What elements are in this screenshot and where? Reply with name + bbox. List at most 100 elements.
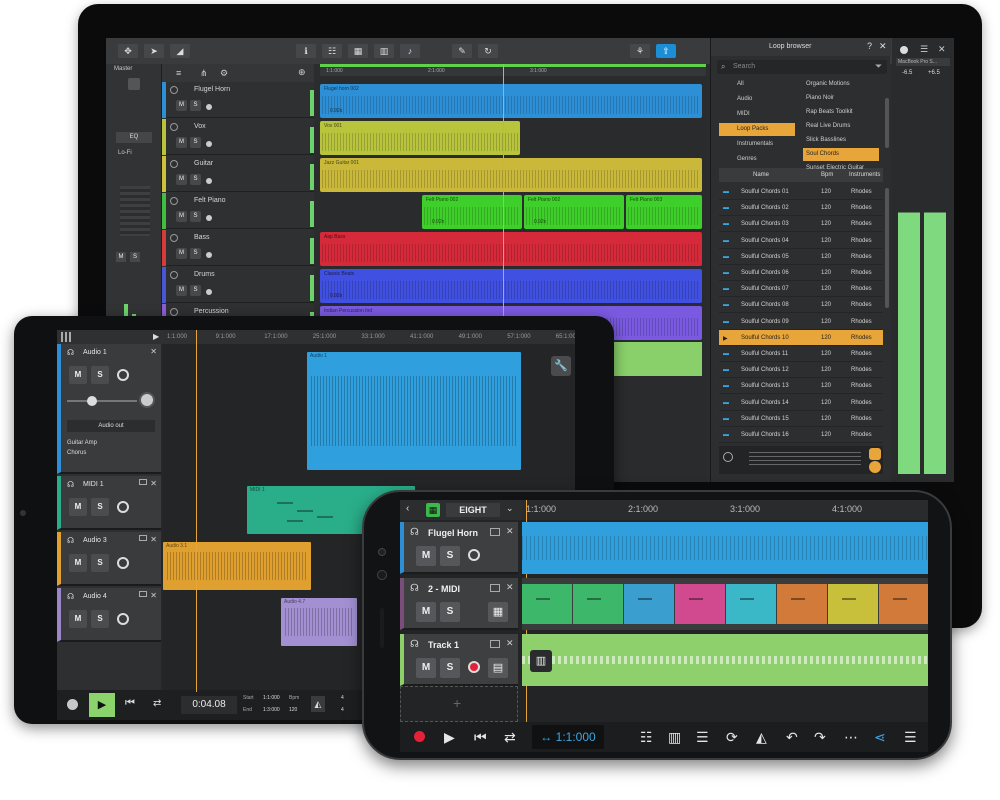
phone-stack-icon[interactable]: ☰ — [696, 729, 709, 746]
track-arm-icon[interactable] — [206, 215, 212, 221]
phone-redo-icon[interactable]: ↷ — [814, 729, 826, 746]
solo-button[interactable]: S — [190, 211, 201, 222]
grid-icon[interactable]: ▦ — [348, 44, 368, 58]
tools-icon[interactable]: ✎ — [452, 44, 472, 58]
solo-button[interactable]: S — [91, 610, 109, 628]
track1-lane[interactable]: ▥ — [522, 634, 928, 686]
track-arm-icon[interactable] — [206, 252, 212, 258]
filter-icon[interactable]: ⏷ — [875, 61, 882, 72]
track-edit-icon[interactable] — [139, 479, 147, 485]
midi-pattern[interactable] — [624, 584, 674, 624]
track-arm-icon[interactable] — [206, 178, 212, 184]
mute-button[interactable]: M — [416, 546, 436, 566]
audio-out-select[interactable]: Audio out — [67, 420, 155, 432]
start-value[interactable]: 1:1:000 — [263, 695, 280, 701]
loop-search-input[interactable]: ⌕ Search ⏷ — [717, 60, 887, 74]
record-arm-icon[interactable] — [117, 613, 129, 625]
track-edit-icon[interactable] — [490, 640, 500, 648]
phone-menu-icon[interactable]: ☰ — [904, 729, 917, 746]
tablet-loop-icon[interactable]: ⇄ — [153, 698, 161, 709]
phone-keyboard-icon[interactable]: ▥ — [668, 729, 681, 746]
piano-keys-icon[interactable]: ▥ — [530, 650, 552, 672]
midi-pattern[interactable] — [573, 584, 623, 624]
fx-slot[interactable]: Guitar Amp — [67, 440, 97, 446]
sig-top[interactable]: 4 — [341, 695, 344, 701]
track-row[interactable]: Vox M S — [162, 119, 314, 155]
midi-pattern[interactable] — [879, 584, 928, 624]
upload-icon[interactable]: ⇪ — [656, 44, 676, 58]
track-record-icon[interactable] — [170, 197, 178, 205]
headphones-icon[interactable]: ☊ — [410, 639, 419, 650]
solo-button[interactable]: S — [440, 658, 460, 678]
master-solo-button[interactable]: S — [130, 252, 140, 262]
col-name[interactable]: Name — [753, 172, 769, 178]
audio-clip[interactable]: Felt Piano 002 0.92x — [524, 195, 624, 229]
track-edit-icon[interactable] — [490, 528, 500, 536]
mixer-icon[interactable]: ☷ — [322, 44, 342, 58]
track-edit-icon[interactable] — [139, 591, 147, 597]
category-item[interactable]: Audio — [719, 93, 795, 106]
midi-pattern[interactable] — [522, 584, 572, 624]
mute-button[interactable]: M — [176, 211, 187, 222]
tablet-clip[interactable]: Audio 3.1 — [163, 542, 311, 590]
track-close-icon[interactable]: ✕ — [150, 591, 157, 600]
phone-more-icon[interactable]: ⋯ — [844, 729, 858, 746]
headphones-icon[interactable]: ☊ — [410, 527, 419, 538]
loop-row[interactable]: ▬ Soulful Chords 08 120 Rhodes — [719, 297, 883, 314]
phone-metronome-icon[interactable]: ◭ — [756, 729, 767, 746]
headphones-icon[interactable]: ☊ — [67, 480, 74, 489]
phone-rewind-icon[interactable]: ⏮ — [474, 729, 487, 746]
track-edit-icon[interactable] — [139, 535, 147, 541]
audio-clip[interactable]: Flugel horn 002 0.92x — [320, 84, 702, 118]
track-close-icon[interactable]: ✕ — [150, 535, 157, 544]
track-record-icon[interactable] — [170, 123, 178, 131]
volume-knob[interactable] — [87, 396, 97, 406]
loop-region[interactable] — [320, 64, 706, 67]
track-row[interactable]: Flugel Horn M S — [162, 82, 314, 118]
loop-pack-item[interactable]: Rap Beats Toolkit — [803, 106, 879, 119]
tablet-track[interactable]: ☊ Audio 4 ✕ M S — [57, 588, 161, 642]
solo-button[interactable]: S — [190, 100, 201, 111]
piano-roll-icon[interactable]: ▤ — [488, 658, 508, 678]
output-device[interactable]: MacBook Pro S... — [896, 58, 950, 66]
loop-pack-item[interactable]: Piano Noir — [803, 92, 879, 105]
loop-row[interactable]: ▬ Soulful Chords 02 120 Rhodes — [719, 200, 883, 217]
close-icon[interactable]: ✕ — [879, 41, 887, 52]
flugel-lane[interactable] — [522, 522, 928, 574]
mute-button[interactable]: M — [176, 100, 187, 111]
back-icon[interactable]: ‹ — [406, 503, 409, 514]
track-close-icon[interactable]: ✕ — [506, 526, 514, 537]
category-item[interactable]: MIDI — [719, 108, 795, 121]
mute-button[interactable]: M — [176, 285, 187, 296]
track-record-icon[interactable] — [170, 271, 178, 279]
mute-button[interactable]: M — [69, 610, 87, 628]
phone-record-button[interactable] — [414, 731, 425, 742]
tablet-clip[interactable]: Audio 1 — [307, 352, 521, 470]
track-close-icon[interactable]: ✕ — [506, 638, 514, 649]
record-arm-icon[interactable] — [468, 661, 480, 673]
keyboard-icon[interactable]: ▥ — [374, 44, 394, 58]
phone-play-icon[interactable]: ▶ — [444, 729, 455, 746]
volume-slider[interactable] — [67, 400, 137, 402]
track-close-icon[interactable]: ✕ — [150, 479, 157, 488]
tablet-clip[interactable]: Audio 4.7 — [281, 598, 357, 646]
preview-play-button[interactable] — [869, 448, 881, 460]
solo-button[interactable]: S — [91, 498, 109, 516]
loop-pack-item[interactable]: Sunset Electric Guitar — [803, 162, 879, 175]
tablet-track[interactable]: ☊ Audio 1 ✕ M S Audio out Guitar Amp Chorus — [57, 344, 161, 474]
category-item[interactable]: All — [719, 78, 795, 91]
loop-row[interactable]: ▬ Soulful Chords 04 120 Rhodes — [719, 233, 883, 249]
loop-row[interactable]: ▬ Soulful Chords 05 120 Rhodes — [719, 249, 883, 265]
phone-share-icon[interactable]: ⋖ — [874, 729, 886, 746]
settings-icon[interactable]: ⚙ — [220, 68, 228, 79]
solo-button[interactable]: S — [91, 554, 109, 572]
loop-row[interactable]: ▬ Soulful Chords 14 120 Rhodes — [719, 395, 883, 411]
track-row[interactable]: Guitar M S — [162, 156, 314, 192]
category-item[interactable]: Genres — [719, 153, 795, 166]
loop-pack-item[interactable]: Slick Basslines — [803, 134, 879, 147]
loop-row[interactable]: ▬ Soulful Chords 01 120 Rhodes — [719, 184, 883, 200]
track-record-icon[interactable] — [170, 160, 178, 168]
track-row[interactable]: Bass M S — [162, 230, 314, 266]
mute-button[interactable]: M — [69, 498, 87, 516]
solo-button[interactable]: S — [190, 285, 201, 296]
